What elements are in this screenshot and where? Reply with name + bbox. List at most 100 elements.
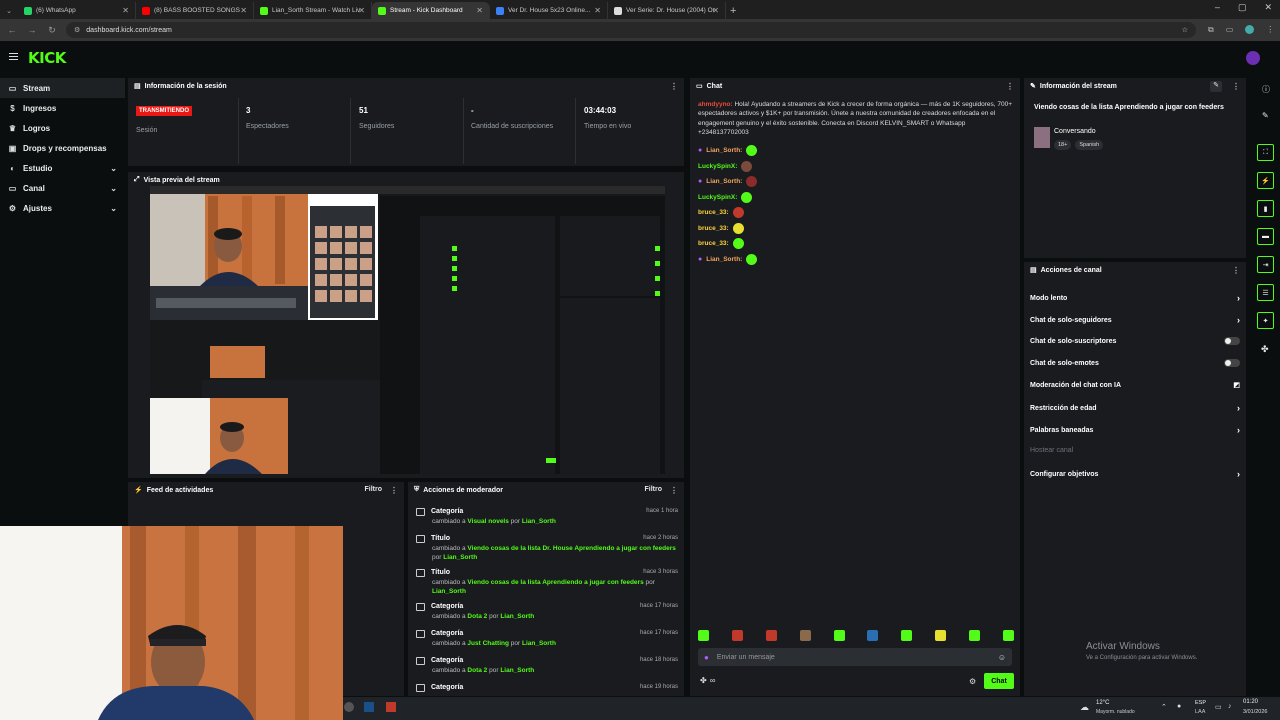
new-tab-button[interactable]: +: [730, 2, 736, 19]
back-icon[interactable]: ←: [4, 25, 20, 35]
channel-action-row[interactable]: Configurar objetivos ›: [1030, 469, 1240, 479]
lightning-icon[interactable]: ⚡: [1257, 172, 1274, 189]
channel-action-row[interactable]: Restricción de edad ›: [1030, 403, 1240, 413]
tab-close-icon[interactable]: ✕: [712, 6, 719, 15]
session-kebab-icon[interactable]: ⋮: [670, 82, 678, 91]
browser-tab[interactable]: Lian_Sorth Stream - Watch Liv... ✕: [254, 2, 372, 19]
chat-username[interactable]: ahmdyyno:: [698, 101, 733, 108]
taskbar-app-red-icon[interactable]: [386, 702, 396, 712]
document-icon[interactable]: ▮: [1257, 200, 1274, 217]
clock-time[interactable]: 01:20: [1243, 699, 1258, 705]
language-code[interactable]: ESP: [1195, 700, 1206, 706]
tab-close-icon[interactable]: ✕: [240, 6, 247, 15]
sidebar-item[interactable]: ♛ Logros: [0, 118, 125, 138]
close-window-icon[interactable]: ✕: [1264, 2, 1272, 13]
emote-icon[interactable]: [698, 630, 709, 641]
sidebar-item[interactable]: ▭ Canal ⌄: [0, 178, 125, 198]
emote-icon[interactable]: [731, 630, 743, 641]
action-user[interactable]: Lian_Sorth: [432, 588, 466, 595]
group-icon[interactable]: ✤: [1261, 344, 1269, 355]
layers-icon[interactable]: ☰: [1257, 284, 1274, 301]
tab-search-icon[interactable]: ⌄: [0, 2, 18, 19]
browser-tab[interactable]: Ver Dr. House 5x23 Online... ✕: [490, 2, 608, 19]
reload-icon[interactable]: ↻: [44, 25, 60, 36]
split-icon[interactable]: ⇥: [1257, 256, 1274, 273]
action-user[interactable]: Lian_Sorth: [522, 640, 556, 647]
chat-username[interactable]: LuckySpinX:: [698, 194, 737, 201]
emote-icon[interactable]: [935, 630, 947, 641]
sidebar-item[interactable]: $ Ingresos: [0, 98, 125, 118]
category-name[interactable]: Conversando: [1054, 128, 1096, 135]
toggle-switch[interactable]: [1224, 337, 1240, 345]
wrench-icon[interactable]: ✦: [1257, 312, 1274, 329]
channel-points[interactable]: ✤ ∞: [700, 676, 715, 685]
chat-username[interactable]: bruce_33:: [698, 225, 729, 232]
emote-icon[interactable]: [765, 630, 777, 641]
volume-icon[interactable]: ♪: [1228, 703, 1232, 710]
tab-close-icon[interactable]: ✕: [594, 6, 601, 15]
channel-actions-kebab-icon[interactable]: ⋮: [1232, 266, 1240, 275]
channel-action-row[interactable]: Hostear canal: [1030, 447, 1240, 454]
maximize-icon[interactable]: ▢: [1238, 2, 1247, 13]
emote-icon[interactable]: [1002, 630, 1014, 641]
info-circle-icon[interactable]: ⓘ: [1262, 84, 1270, 95]
extensions-icon[interactable]: ⧉: [1208, 25, 1214, 35]
channel-action-row[interactable]: Chat de solo-seguidores ›: [1030, 315, 1240, 325]
emote-icon[interactable]: [799, 630, 811, 641]
menu-icon[interactable]: ⋮: [1266, 25, 1274, 35]
sidepanel-icon[interactable]: ▭: [1226, 25, 1234, 35]
action-user[interactable]: Lian_Sorth: [443, 554, 477, 561]
url-input[interactable]: ⚙ dashboard.kick.com/stream ☆: [66, 22, 1196, 38]
chat-username[interactable]: LuckySpinX:: [698, 163, 737, 170]
moderator-filter-button[interactable]: Filtro: [645, 486, 663, 493]
channel-action-row[interactable]: Modo lento ›: [1030, 293, 1240, 303]
chat-kebab-icon[interactable]: ⋮: [1006, 82, 1014, 91]
hamburger-menu-icon[interactable]: [9, 53, 18, 60]
site-info-icon[interactable]: ⚙: [74, 26, 80, 34]
emote-icon[interactable]: [833, 630, 845, 641]
tab-close-icon[interactable]: ✕: [476, 6, 483, 15]
chat-input[interactable]: ● Enviar un mensaje ☺: [698, 648, 1012, 666]
tab-close-icon[interactable]: ✕: [122, 6, 129, 15]
chat-username[interactable]: Lian_Sorth:: [706, 178, 742, 185]
emote-icon[interactable]: [969, 630, 980, 641]
edit-stream-info-button[interactable]: ✎: [1210, 81, 1222, 92]
network-icon[interactable]: ▭: [1215, 703, 1222, 711]
browser-tab[interactable]: (8) BASS BOOSTED SONGS 20...✕: [136, 2, 254, 19]
stream-tag[interactable]: 18+: [1054, 140, 1072, 150]
bookmark-star-icon[interactable]: ☆: [1182, 26, 1188, 34]
stream-tag[interactable]: Spanish: [1075, 140, 1104, 150]
sidebar-item[interactable]: ▣ Drops y recompensas: [0, 138, 125, 158]
channel-action-row[interactable]: Chat de solo-emotes: [1030, 359, 1240, 367]
channel-action-row[interactable]: Moderación del chat con IA ◩: [1030, 381, 1240, 390]
action-user[interactable]: Lian_Sorth: [500, 613, 534, 620]
chat-username[interactable]: Lian_Sorth:: [706, 256, 742, 263]
tray-chevron-icon[interactable]: ⌃: [1161, 703, 1167, 711]
stream-info-kebab-icon[interactable]: ⋮: [1232, 82, 1240, 91]
browser-tab[interactable]: Ver Serie: Dr. House (2004) Onl... ✕: [608, 2, 726, 19]
minimize-icon[interactable]: –: [1215, 2, 1220, 13]
channel-action-row[interactable]: Chat de solo-suscriptores: [1030, 337, 1240, 345]
chat-settings-icon[interactable]: ⚙: [969, 677, 976, 686]
chat-bubble-icon[interactable]: ▬: [1257, 228, 1274, 245]
activity-kebab-icon[interactable]: ⋮: [390, 486, 398, 495]
action-user[interactable]: Lian_Sorth: [500, 667, 534, 674]
steam-icon[interactable]: [364, 702, 374, 712]
scan-icon[interactable]: ⛶: [1257, 144, 1274, 161]
toggle-switch[interactable]: [1224, 359, 1240, 367]
sidebar-item[interactable]: ⚙ Ajustes ⌄: [0, 198, 125, 218]
sidebar-item[interactable]: ◐ Estudio ⌄: [0, 158, 125, 178]
browser-tab[interactable]: (6) WhatsApp ✕: [18, 2, 136, 19]
activity-filter-button[interactable]: Filtro: [365, 486, 383, 493]
moderator-kebab-icon[interactable]: ⋮: [670, 486, 678, 495]
profile-icon[interactable]: [1245, 25, 1255, 34]
emote-picker-icon[interactable]: ☺: [998, 653, 1006, 662]
taskbar-app-icon[interactable]: [344, 702, 354, 712]
user-avatar[interactable]: [1246, 51, 1260, 65]
channel-action-row[interactable]: Palabras baneadas ›: [1030, 425, 1240, 435]
tab-close-icon[interactable]: ✕: [358, 6, 365, 15]
mic-icon[interactable]: ●: [1177, 703, 1181, 710]
edit-icon[interactable]: ✎: [1262, 111, 1269, 120]
forward-icon[interactable]: →: [24, 25, 40, 35]
weather-icon[interactable]: ☁: [1080, 702, 1089, 713]
